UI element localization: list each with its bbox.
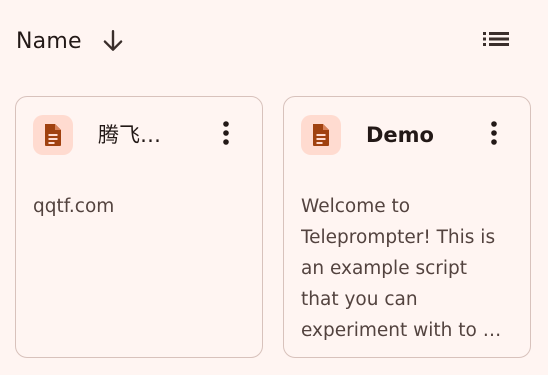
preview-line: that you can xyxy=(301,289,418,310)
preview-line: Welcome to xyxy=(301,196,411,217)
script-card[interactable]: 腾飞… qqtf.com xyxy=(15,96,263,358)
arrow-down-icon xyxy=(98,26,128,56)
preview-line: Teleprompter! This is xyxy=(301,227,496,248)
more-vert-icon xyxy=(490,120,498,150)
preview-line: qqtf.com xyxy=(33,196,115,217)
card-title: Demo xyxy=(366,123,434,147)
sort-label: Name xyxy=(16,28,82,54)
top-toolbar: Name xyxy=(0,0,548,80)
list-view-button[interactable] xyxy=(476,26,516,56)
card-title: 腾飞… xyxy=(98,123,161,147)
card-preview: qqtf.com xyxy=(33,191,255,222)
preview-line: experiment with to … xyxy=(301,320,502,341)
more-vert-icon xyxy=(222,120,230,150)
preview-line: an example script xyxy=(301,258,468,279)
more-options-button[interactable] xyxy=(480,119,508,151)
document-icon xyxy=(301,115,341,155)
document-icon xyxy=(33,115,73,155)
list-view-icon xyxy=(481,29,511,53)
script-card[interactable]: Demo Welcome to Teleprompter! This is an… xyxy=(283,96,531,358)
sort-by-name-button[interactable]: Name xyxy=(16,24,128,58)
more-options-button[interactable] xyxy=(212,119,240,151)
card-preview: Welcome to Teleprompter! This is an exam… xyxy=(301,191,523,346)
